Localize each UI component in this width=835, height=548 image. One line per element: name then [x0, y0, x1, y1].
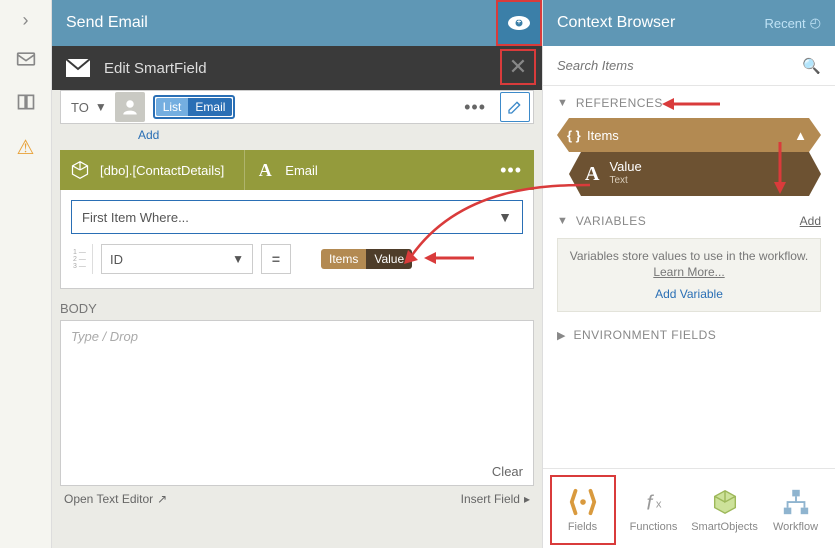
mail-icon [66, 59, 92, 77]
environment-section[interactable]: ▶ ENVIRONMENT FIELDS [543, 312, 835, 358]
to-row: TO ▼ List Email ••• [60, 90, 534, 124]
add-variable-button[interactable]: Add Variable [568, 287, 810, 301]
search-icon[interactable]: 🔍 [802, 57, 821, 75]
svg-text:x: x [655, 498, 661, 510]
expand-icon[interactable]: › [23, 10, 29, 31]
field-select[interactable]: ID ▼ [101, 244, 253, 274]
edit-button[interactable] [500, 92, 530, 122]
reference-items[interactable]: { } Items ▲ [557, 118, 821, 152]
context-tabs: Fields fx Functions SmartObjects Workflo… [543, 468, 835, 548]
smartobject-icon [60, 160, 100, 180]
environment-title: ENVIRONMENT FIELDS [573, 328, 716, 342]
to-dropdown-icon[interactable]: ▼ [95, 100, 107, 114]
variables-note-text: Variables store values to use in the wor… [570, 249, 809, 263]
collapse-icon: ▼ [557, 97, 568, 109]
svg-text:f: f [646, 491, 654, 514]
tab-workflow[interactable]: Workflow [763, 475, 829, 545]
variables-section[interactable]: ▼ VARIABLES Add [543, 204, 835, 232]
variables-title: VARIABLES [576, 214, 646, 228]
filter-mode-label: First Item Where... [82, 210, 189, 225]
tab-fields[interactable]: Fields [550, 475, 616, 545]
braces-icon: { } [567, 128, 581, 143]
value-token-value: Value [366, 249, 412, 269]
edit-smartfield-title: Edit SmartField [104, 60, 207, 77]
insert-field-link[interactable]: Insert Field ▸ [461, 492, 530, 506]
smartobject-field: Email [285, 163, 488, 178]
learn-more-link[interactable]: Learn More... [568, 265, 810, 279]
clear-button[interactable]: Clear [492, 464, 523, 479]
tab-functions-label: Functions [630, 521, 678, 533]
avatar-icon[interactable] [115, 92, 145, 122]
chevron-down-icon: ▼ [232, 252, 244, 266]
reference-value[interactable]: A Value Text [569, 152, 821, 196]
reference-value-label: Value [609, 160, 641, 174]
list-order-icon: 1 —2 —3 — [71, 244, 93, 274]
filter-mode-select[interactable]: First Item Where... ▼ [71, 200, 523, 234]
smartobject-header: [dbo].[ContactDetails] A Email ••• [60, 150, 534, 190]
chevron-down-icon: ▼ [498, 209, 512, 225]
smartobject-more-icon[interactable]: ••• [488, 160, 534, 181]
expand-icon: ▶ [557, 329, 565, 342]
token-list: List [156, 98, 189, 116]
variables-note: Variables store values to use in the wor… [557, 238, 821, 312]
left-header: Send Email + [52, 0, 542, 46]
tab-smartobjects[interactable]: SmartObjects [692, 475, 758, 545]
search-row: 🔍 [543, 46, 835, 86]
context-header: Context Browser Recent ◴ [543, 0, 835, 46]
collapse-icon: ▼ [557, 215, 568, 227]
open-text-editor-link[interactable]: Open Text Editor ↗ [64, 492, 167, 506]
add-recipient-link[interactable]: Add [52, 124, 542, 142]
body-label: BODY [52, 289, 542, 320]
tab-smartobjects-label: SmartObjects [691, 521, 758, 533]
add-variable-link[interactable]: Add [800, 214, 821, 228]
footer-row: Open Text Editor ↗ Insert Field ▸ [52, 486, 542, 512]
token-email: Email [188, 98, 232, 116]
value-token[interactable]: Items Value [321, 249, 412, 269]
reference-items-label: Items [587, 128, 619, 143]
smartobject-name: [dbo].[ContactDetails] [100, 163, 244, 178]
mail-rail-icon[interactable] [16, 49, 36, 74]
search-input[interactable] [557, 58, 802, 73]
close-icon[interactable]: ✕ [500, 49, 536, 85]
svg-text:+: + [517, 17, 522, 26]
to-more-icon[interactable]: ••• [454, 97, 496, 118]
recent-link[interactable]: Recent ◴ [764, 15, 821, 31]
warning-icon[interactable]: ⚠ [17, 135, 35, 160]
body-placeholder: Type / Drop [71, 329, 138, 344]
to-label: TO [61, 100, 95, 115]
preview-icon[interactable]: + [496, 0, 542, 46]
recipient-token[interactable]: List Email [153, 95, 236, 119]
references-title: REFERENCES [576, 96, 663, 110]
context-title: Context Browser [557, 14, 675, 32]
text-type-icon: A [245, 160, 285, 181]
edit-smartfield-bar: Edit SmartField ✕ [52, 46, 542, 90]
context-browser: Context Browser Recent ◴ 🔍 ▼ REFERENCES … [542, 0, 835, 548]
text-type-icon: A [585, 163, 599, 186]
reference-value-type: Text [609, 174, 641, 188]
filter-box: First Item Where... ▼ 1 —2 —3 — ID ▼ = I… [60, 190, 534, 289]
tab-fields-label: Fields [568, 521, 597, 533]
left-panel: Send Email + Edit SmartField ✕ TO ▼ List [52, 0, 542, 548]
panel-rail-icon[interactable] [16, 92, 36, 117]
field-select-label: ID [110, 252, 123, 267]
chevron-up-icon: ▲ [794, 128, 807, 143]
tab-functions[interactable]: fx Functions [621, 475, 687, 545]
left-rail: › ⚠ [0, 0, 52, 548]
tab-workflow-label: Workflow [773, 521, 818, 533]
send-email-title: Send Email [66, 14, 148, 32]
operator-button[interactable]: = [261, 244, 291, 274]
body-textarea[interactable]: Type / Drop Clear [60, 320, 534, 486]
value-token-items: Items [321, 249, 366, 269]
references-section[interactable]: ▼ REFERENCES [543, 86, 835, 114]
